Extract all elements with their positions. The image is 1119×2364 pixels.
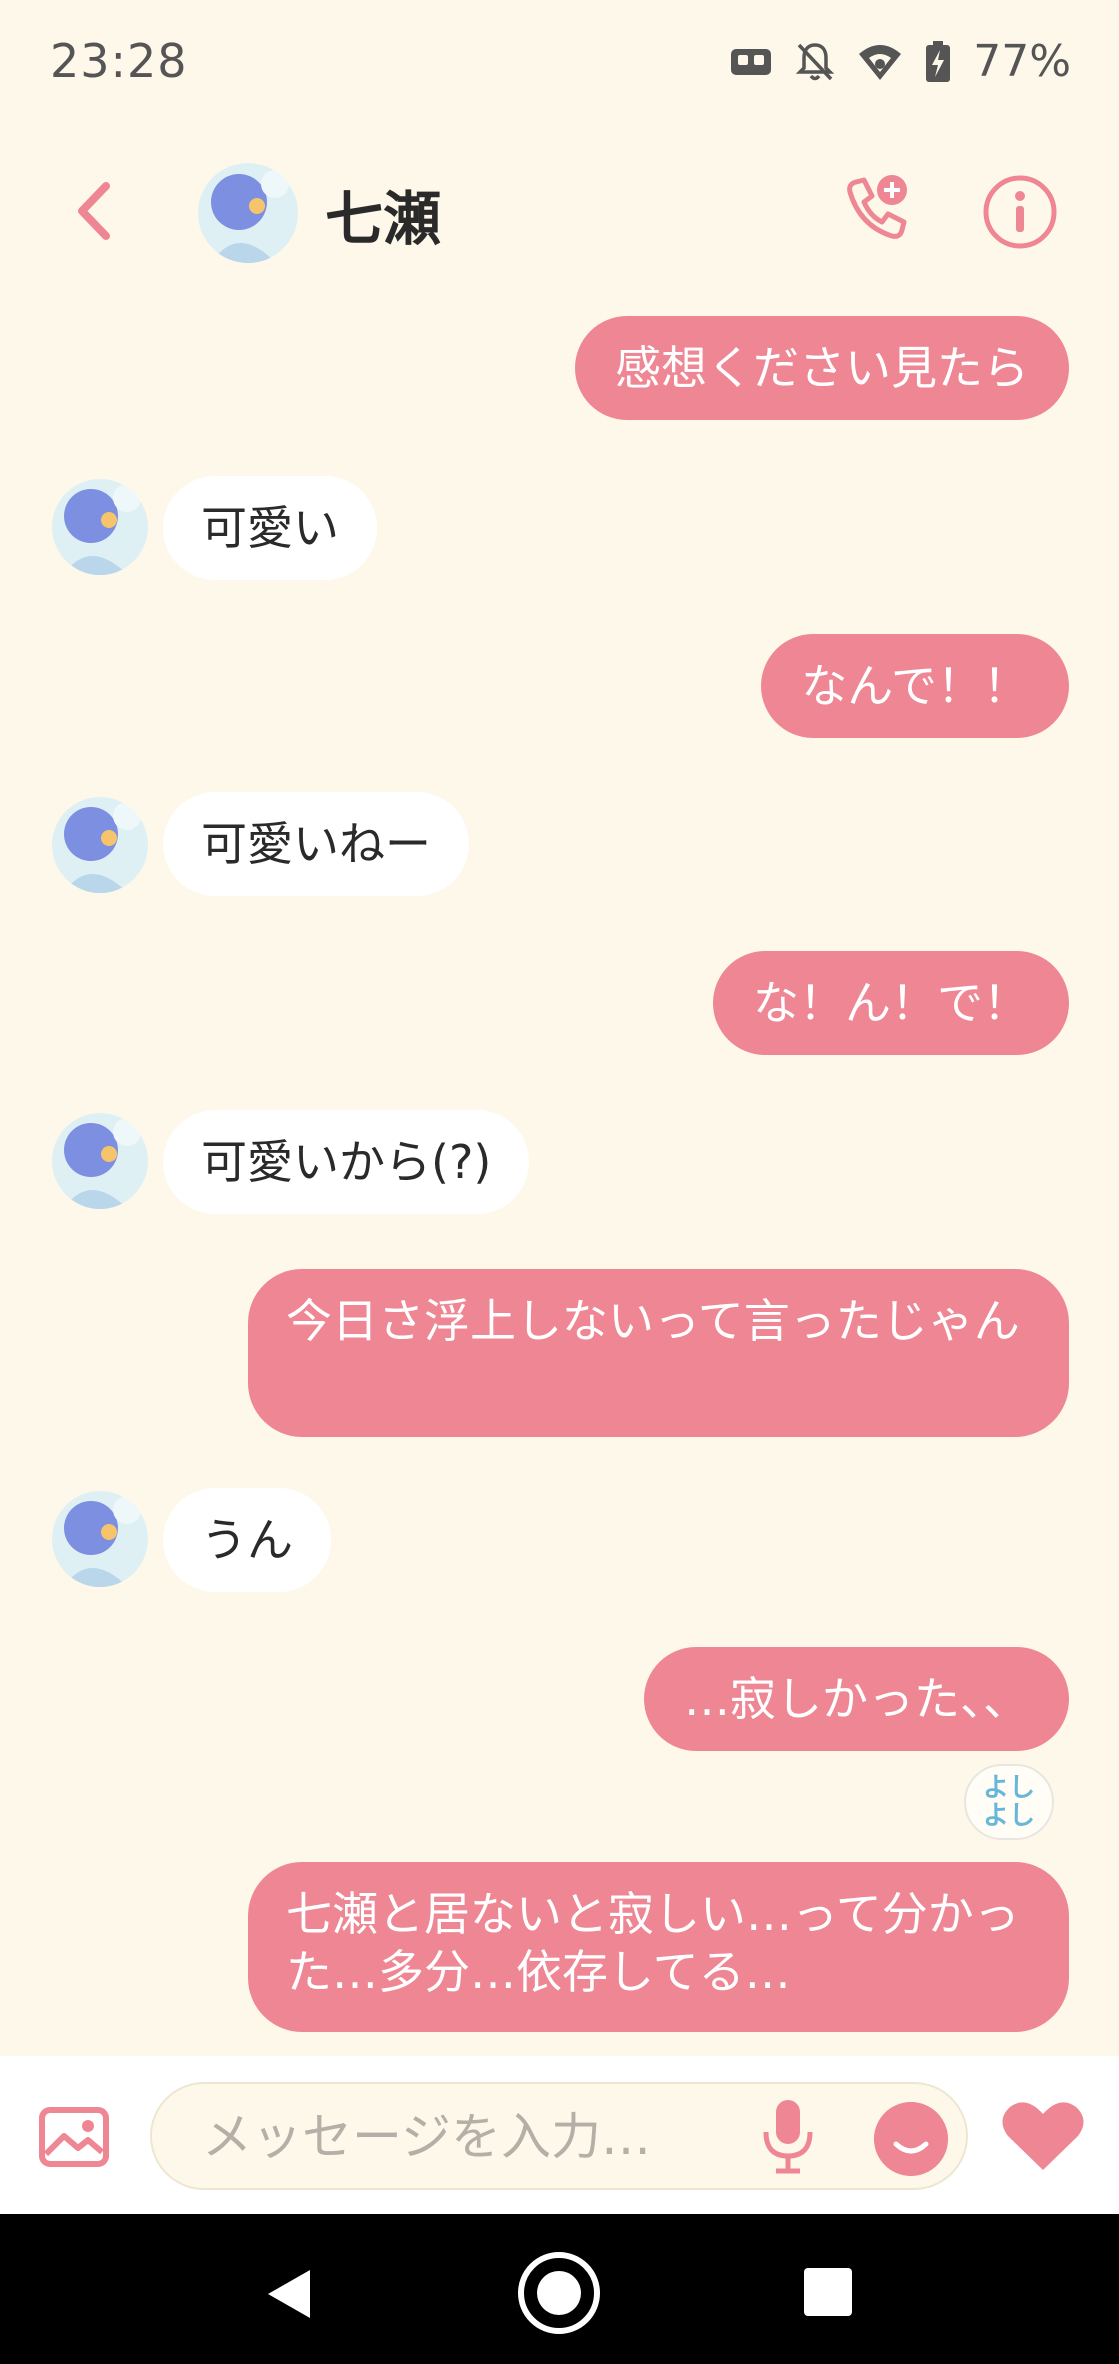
- status-bar: 23:28 77%: [0, 0, 1119, 130]
- game-controller-icon: [731, 48, 772, 75]
- microphone-icon[interactable]: [758, 2096, 818, 2176]
- bell-off-icon: [795, 42, 835, 80]
- incoming-message[interactable]: 可愛い: [163, 476, 377, 580]
- outgoing-message[interactable]: …寂しかった、、: [644, 1647, 1069, 1751]
- chat-header: 七瀬: [0, 150, 1119, 280]
- reaction-line: よし: [982, 1801, 1035, 1831]
- outgoing-message[interactable]: なんで！！: [761, 634, 1069, 738]
- status-time: 23:28: [50, 34, 188, 88]
- outgoing-message[interactable]: 今日さ浮上しないって言ったじゃん: [248, 1269, 1069, 1437]
- avatar[interactable]: [51, 1112, 149, 1210]
- message-input[interactable]: [200, 2104, 764, 2170]
- battery-charging-icon: [926, 40, 951, 82]
- incoming-message[interactable]: 可愛いから(?): [163, 1110, 530, 1214]
- smiley-icon[interactable]: [874, 2102, 948, 2176]
- back-chevron-icon[interactable]: [62, 176, 132, 246]
- avatar[interactable]: [51, 1490, 149, 1588]
- info-icon[interactable]: [980, 172, 1060, 252]
- add-call-icon[interactable]: [836, 170, 916, 250]
- reaction-line: よし: [982, 1773, 1035, 1803]
- avatar[interactable]: [51, 478, 149, 576]
- incoming-message[interactable]: うん: [163, 1488, 331, 1592]
- nav-home-icon[interactable]: [516, 2250, 602, 2336]
- incoming-message[interactable]: 可愛いねー: [163, 792, 469, 896]
- heart-icon[interactable]: [1000, 2098, 1086, 2174]
- nav-back-icon[interactable]: [262, 2266, 316, 2322]
- avatar[interactable]: [197, 162, 299, 264]
- wifi-icon: [859, 44, 902, 80]
- outgoing-message[interactable]: な！ん！で！: [713, 951, 1069, 1055]
- contact-name[interactable]: 七瀬: [325, 172, 441, 256]
- battery-percent: 77%: [973, 36, 1071, 87]
- status-icons: 77%: [729, 36, 1071, 87]
- outgoing-message[interactable]: 七瀬と居ないと寂しい…って分かった…多分…依存してる…: [248, 1862, 1069, 2032]
- nav-recents-icon[interactable]: [804, 2268, 852, 2316]
- system-nav-bar: [0, 2214, 1119, 2364]
- image-icon[interactable]: [38, 2106, 110, 2168]
- avatar[interactable]: [51, 796, 149, 894]
- outgoing-message[interactable]: 感想ください見たら: [575, 316, 1069, 420]
- message-input-field[interactable]: [150, 2082, 968, 2190]
- input-bar: [0, 2056, 1119, 2214]
- reaction-badge[interactable]: よし よし: [964, 1764, 1054, 1840]
